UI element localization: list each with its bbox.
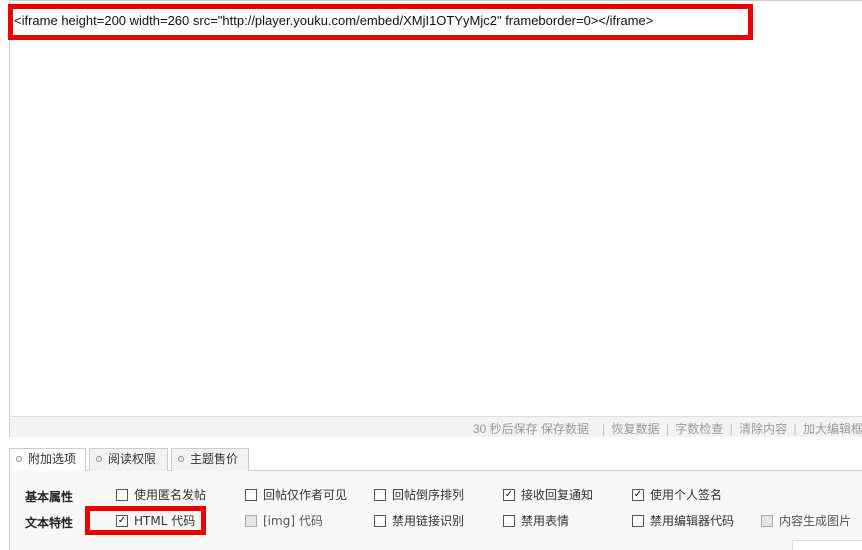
option-label: 回帖倒序排列 [392,488,465,502]
option-reply-author-only[interactable]: 回帖仅作者可见 [245,488,347,502]
option-label: 使用个人签名 [650,488,723,502]
tab-topic-price[interactable]: 主题售价 [171,448,249,471]
separator: | [793,422,797,436]
checkbox[interactable] [116,488,128,501]
option-label: 接收回复通知 [521,488,594,502]
tab-bullet-icon [178,455,184,462]
options-tabs: 附加选项 阅读权限 主题售价 [9,448,862,472]
tab-read-permission[interactable]: 阅读权限 [89,448,168,471]
option-reverse-reply-order[interactable]: 回帖倒序排列 [374,488,464,502]
checkbox[interactable] [632,514,644,527]
option-label: HTML 代码 [134,514,196,528]
panel-corner [792,540,862,550]
separator: | [729,422,733,436]
checkbox-checked[interactable]: ✓ [116,514,128,527]
separator: | [665,422,669,436]
post-editor-page: <iframe height=200 width=260 src="http:/… [0,0,862,550]
enlarge-editor-link[interactable]: 加大编辑框 [803,422,862,436]
option-disable-link-detection[interactable]: 禁用链接识别 [374,514,464,528]
basic-attributes-label: 基本属性 [25,490,74,504]
checkbox[interactable] [374,514,386,527]
restore-data-link[interactable]: 恢复数据 [611,422,659,436]
checkbox-checked[interactable]: ✓ [503,488,515,501]
option-label: [img] 代码 [263,514,323,528]
status-links: | 恢复数据 | 字数检查 | 清除内容 | 加大编辑框 | [599,420,862,437]
option-label: 回帖仅作者可见 [263,488,348,502]
text-features-label: 文本特性 [25,516,74,530]
editor-content: <iframe height=200 width=260 src="http:/… [14,13,654,28]
autosave-status: 30 秒后保存 保存数据 [473,422,590,436]
option-label: 禁用链接识别 [392,514,465,528]
checkbox[interactable] [503,514,515,527]
separator: | [602,422,606,436]
editor-textarea[interactable]: <iframe height=200 width=260 src="http:/… [9,0,862,416]
option-html-code[interactable]: ✓ HTML 代码 [116,514,195,528]
option-label: 使用匿名发帖 [134,488,207,502]
tab-label: 主题售价 [190,452,239,466]
tab-additional-options[interactable]: 附加选项 [9,448,86,472]
option-content-to-image: 内容生成图片 [761,514,851,528]
tab-bullet-icon [96,455,102,462]
options-panel: 基本属性 文本特性 使用匿名发帖 回帖仅作者可见 回帖倒序排列 ✓ 接收回复通知 … [9,471,862,550]
clear-content-link[interactable]: 清除内容 [739,422,787,436]
checkbox-disabled [245,514,257,527]
checkbox-checked[interactable]: ✓ [632,488,644,501]
option-label: 禁用表情 [521,514,570,528]
editor-status-bar: 30 秒后保存 保存数据 | 恢复数据 | 字数检查 | 清除内容 | 加大编辑… [9,416,862,437]
tab-label: 阅读权限 [108,452,157,466]
option-disable-editor-code[interactable]: 禁用编辑器代码 [632,514,734,528]
option-img-code: [img] 代码 [245,514,323,528]
option-label: 禁用编辑器代码 [650,514,735,528]
tab-label: 附加选项 [28,452,77,466]
option-anonymous-post[interactable]: 使用匿名发帖 [116,488,206,502]
checkbox-disabled [761,514,773,527]
option-reply-notification[interactable]: ✓ 接收回复通知 [503,488,593,502]
checkbox[interactable] [245,488,257,501]
option-label: 内容生成图片 [779,514,852,528]
option-disable-smilies[interactable]: 禁用表情 [503,514,569,528]
tab-bullet-icon [16,455,22,462]
word-count-link[interactable]: 字数检查 [675,422,723,436]
option-personal-signature[interactable]: ✓ 使用个人签名 [632,488,722,502]
checkbox[interactable] [374,488,386,501]
